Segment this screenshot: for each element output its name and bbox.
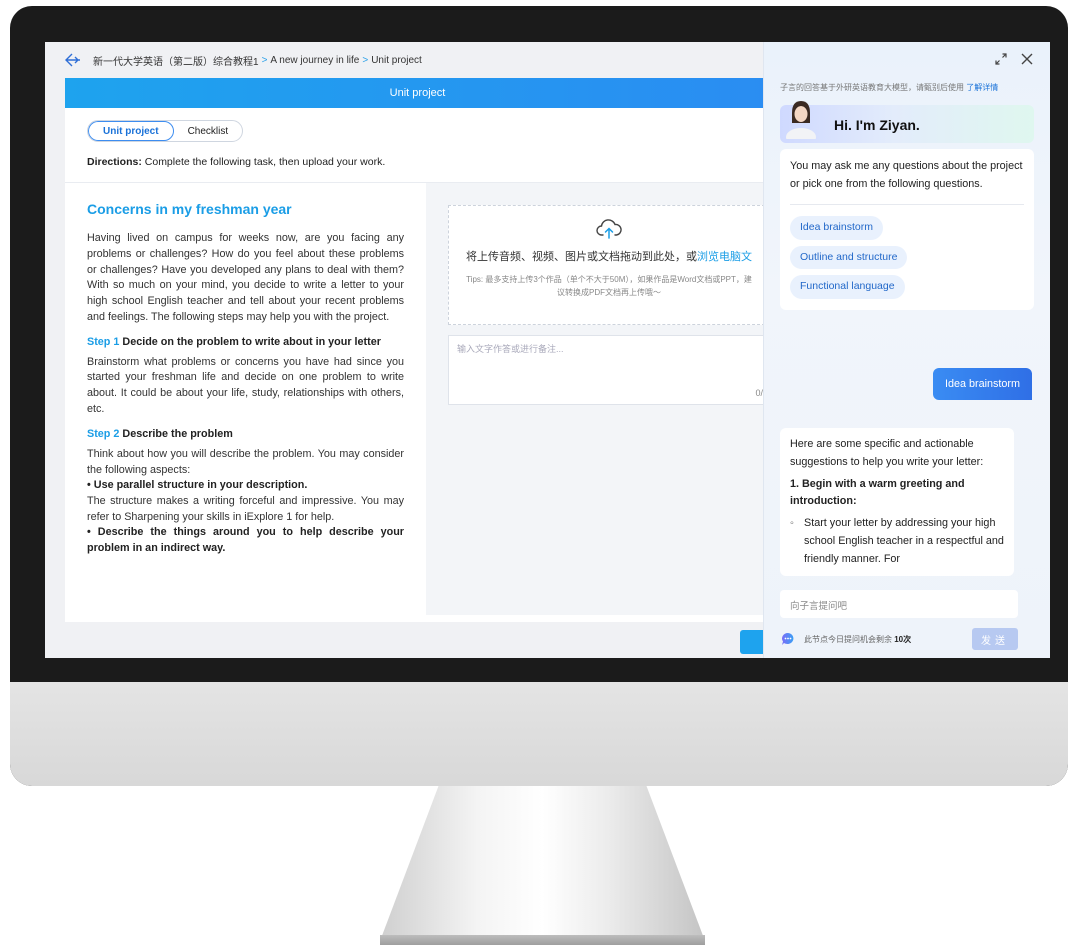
screen: 新一代大学英语（第二版）综合教程1 > A new journey in lif… bbox=[45, 42, 1050, 658]
reply-heading: 1. Begin with a warm greeting and introd… bbox=[790, 477, 965, 508]
page-title: Unit project bbox=[389, 87, 446, 99]
upload-instruction: 将上传音频、视频、图片或文档拖动到此处，或浏览电脑文 bbox=[466, 248, 752, 264]
breadcrumb-page: Unit project bbox=[371, 54, 422, 66]
step1-text: Brainstorm what problems or concerns you… bbox=[87, 355, 404, 415]
task-description: Concerns in my freshman year Having live… bbox=[65, 183, 426, 615]
browse-files-link[interactable]: 浏览电脑文 bbox=[697, 251, 752, 263]
greeting-text: Hi. I'm Ziyan. bbox=[834, 117, 920, 133]
note-textarea[interactable]: 输入文字作答或进行备注... 0/ bbox=[448, 335, 770, 405]
expand-icon[interactable] bbox=[994, 52, 1008, 66]
assistant-reply: Here are some specific and actionable su… bbox=[780, 428, 1014, 576]
tabs-wrap: Unit project Checklist bbox=[65, 108, 770, 142]
step2-text: Think about how you will describe the pr… bbox=[87, 447, 404, 476]
step1-num: Step 1 bbox=[87, 336, 120, 349]
intro-text: You may ask me any questions about the p… bbox=[790, 160, 1023, 191]
step2-heading: Step 2 Describe the problem bbox=[87, 427, 404, 443]
step2-bullet1-text: The structure makes a writing forceful a… bbox=[87, 494, 404, 523]
step2-title: Describe the problem bbox=[122, 428, 233, 441]
step1-heading: Step 1 Decide on the problem to write ab… bbox=[87, 335, 404, 351]
breadcrumb-sep: > bbox=[261, 54, 268, 66]
monitor-stand-base bbox=[380, 935, 705, 945]
chip-outline-structure[interactable]: Outline and structure bbox=[790, 245, 908, 270]
chip-idea-brainstorm[interactable]: Idea brainstorm bbox=[790, 215, 883, 240]
directions-label: Directions: bbox=[87, 156, 142, 168]
send-button[interactable]: 发送 bbox=[972, 628, 1018, 650]
question-input[interactable]: 向子言提问吧 bbox=[780, 590, 1018, 618]
assistant-footer: 此节点今日提问机会剩余 10次 发送 bbox=[780, 627, 1018, 651]
back-arrow-icon[interactable] bbox=[65, 53, 81, 67]
assistant-intro-card: You may ask me any questions about the p… bbox=[780, 149, 1034, 311]
note-placeholder: 输入文字作答或进行备注... bbox=[457, 344, 564, 354]
reply-intro: Here are some specific and actionable su… bbox=[790, 438, 984, 468]
submission-area: 将上传音频、视频、图片或文档拖动到此处，或浏览电脑文 Tips: 最多支持上传3… bbox=[426, 183, 770, 615]
cloud-upload-icon bbox=[596, 218, 622, 240]
question-quota: 此节点今日提问机会剩余 10次 bbox=[804, 634, 972, 645]
task-heading: Concerns in my freshman year bbox=[87, 201, 292, 217]
upload-tips: Tips: 最多支持上传3个作品（单个不大于50M），如果作品是Word文档或P… bbox=[466, 275, 752, 297]
reply-list: Start your letter by addressing your hig… bbox=[790, 515, 1004, 568]
question-placeholder: 向子言提问吧 bbox=[790, 601, 848, 612]
chat-bubble-icon bbox=[780, 631, 796, 647]
assistant-toolbar bbox=[764, 42, 1050, 76]
reply-list-item: Start your letter by addressing your hig… bbox=[804, 515, 1004, 568]
close-icon[interactable] bbox=[1020, 52, 1034, 66]
step2-num: Step 2 bbox=[87, 428, 120, 441]
quota-count: 10次 bbox=[894, 634, 912, 644]
ziyan-avatar bbox=[784, 97, 818, 146]
divider bbox=[790, 203, 1024, 205]
directions-text: Complete the following task, then upload… bbox=[144, 156, 386, 168]
step2-bullet2: • Describe the things around you to help… bbox=[87, 526, 404, 554]
quota-prefix: 此节点今日提问机会剩余 bbox=[804, 634, 892, 644]
main-app: 新一代大学英语（第二版）综合教程1 > A new journey in lif… bbox=[65, 42, 770, 622]
tab-unit-project[interactable]: Unit project bbox=[88, 121, 174, 141]
upload-dropzone[interactable]: 将上传音频、视频、图片或文档拖动到此处，或浏览电脑文 Tips: 最多支持上传3… bbox=[448, 205, 770, 325]
step1-title: Decide on the problem to write about in … bbox=[122, 336, 381, 349]
breadcrumb: 新一代大学英语（第二版）综合教程1 > A new journey in lif… bbox=[65, 42, 770, 78]
assistant-disclaimer: 子言的回答基于外研英语教育大模型，请甄别后使用 了解详情 bbox=[764, 76, 1050, 93]
monitor-stand bbox=[380, 786, 705, 941]
breadcrumb-unit[interactable]: A new journey in life bbox=[270, 55, 359, 66]
tab-group: Unit project Checklist bbox=[87, 120, 244, 142]
step2-bullet1: • Use parallel structure in your descrip… bbox=[87, 479, 308, 492]
tab-checklist[interactable]: Checklist bbox=[174, 121, 243, 141]
upload-main-text: 将上传音频、视频、图片或文档拖动到此处，或 bbox=[466, 251, 697, 263]
directions: Directions: Complete the following task,… bbox=[65, 142, 770, 183]
assistant-panel: 子言的回答基于外研英语教育大模型，请甄别后使用 了解详情 Hi. I'm Ziy… bbox=[763, 42, 1050, 658]
content-body: Concerns in my freshman year Having live… bbox=[65, 183, 770, 615]
user-message: Idea brainstorm bbox=[932, 368, 1032, 400]
breadcrumb-course[interactable]: 新一代大学英语（第二版）综合教程1 bbox=[93, 53, 259, 68]
page-title-bar: Unit project bbox=[65, 78, 770, 108]
assistant-greeting-banner: Hi. I'm Ziyan. bbox=[780, 101, 1034, 146]
task-intro: Having lived on campus for weeks now, ar… bbox=[87, 232, 404, 323]
monitor-bezel: 新一代大学英语（第二版）综合教程1 > A new journey in lif… bbox=[10, 6, 1068, 786]
chip-functional-language[interactable]: Functional language bbox=[790, 275, 905, 300]
breadcrumb-sep: > bbox=[362, 54, 369, 66]
disclaimer-text: 子言的回答基于外研英语教育大模型，请甄别后使用 bbox=[780, 83, 964, 92]
monitor-chin bbox=[10, 682, 1068, 786]
note-char-count: 0/ bbox=[755, 388, 763, 398]
learn-more-link[interactable]: 了解详情 bbox=[966, 83, 998, 92]
